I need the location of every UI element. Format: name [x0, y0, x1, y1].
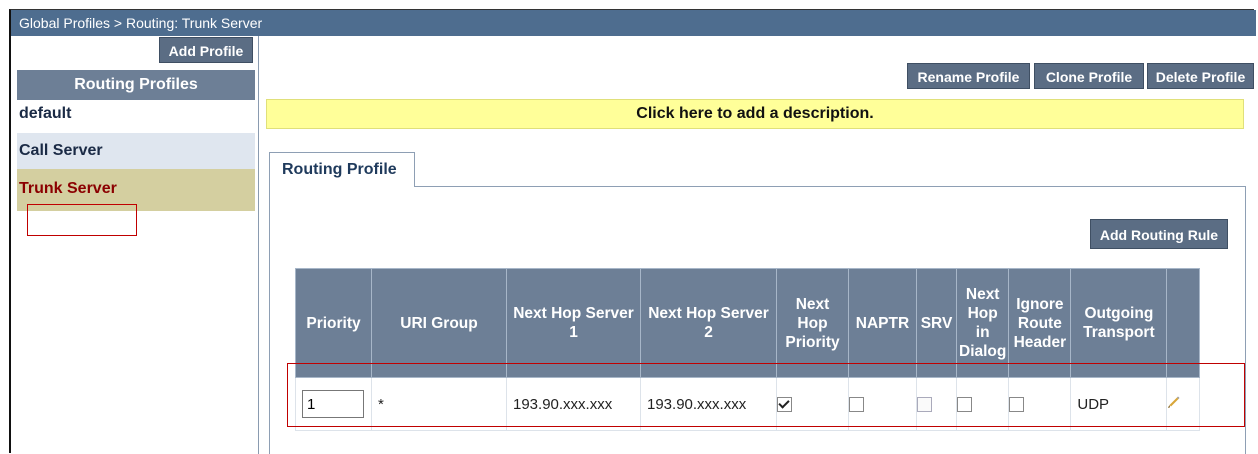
profile-item-call-server[interactable]: Call Server — [17, 133, 255, 169]
col-header-priority: Priority — [295, 268, 372, 378]
next-hop-1-cell: 193.90.xxx.xxx — [506, 377, 641, 431]
next-hop-priority-cell — [776, 377, 849, 431]
srv-cell — [916, 377, 957, 431]
routing-profile-panel: Add Routing Rule Priority URI Group Next… — [269, 186, 1246, 454]
clone-profile-button[interactable]: Clone Profile — [1034, 63, 1144, 89]
next-hop-in-dialog-checkbox[interactable] — [957, 397, 972, 413]
col-header-outgoing-transport: Outgoing Transport — [1070, 268, 1168, 378]
routing-profiles-pane: Add Profile Routing Profiles default Cal… — [11, 36, 259, 454]
srv-checkbox[interactable] — [917, 397, 932, 413]
add-profile-button[interactable]: Add Profile — [159, 37, 253, 63]
next-hop-in-dialog-cell — [955, 377, 1010, 431]
routing-profiles-header: Routing Profiles — [17, 70, 255, 100]
priority-cell — [295, 377, 372, 431]
edit-cell — [1166, 377, 1201, 431]
selected-profile-highlight — [27, 204, 137, 236]
naptr-cell — [848, 377, 917, 431]
col-header-naptr: NAPTR — [848, 268, 917, 378]
description-prompt[interactable]: Click here to add a description. — [266, 99, 1244, 129]
pencil-icon[interactable] — [1167, 395, 1181, 413]
routing-rules-table: Priority URI Group Next Hop Server 1 Nex… — [295, 268, 1201, 431]
app-window: Global Profiles > Routing: Trunk Server … — [9, 9, 1256, 454]
add-routing-rule-button[interactable]: Add Routing Rule — [1090, 219, 1228, 249]
table-row: * 193.90.xxx.xxx 193.90.xxx.xxx — [295, 377, 1201, 431]
delete-profile-button[interactable]: Delete Profile — [1147, 63, 1254, 89]
profile-item-default[interactable]: default — [17, 101, 255, 133]
breadcrumb: Global Profiles > Routing: Trunk Server — [11, 10, 1256, 36]
next-hop-priority-checkbox[interactable] — [777, 397, 792, 413]
col-header-uri-group: URI Group — [371, 268, 507, 378]
col-header-next-hop-1: Next Hop Server 1 — [506, 268, 641, 378]
next-hop-2-cell: 193.90.xxx.xxx — [640, 377, 777, 431]
col-header-actions — [1166, 268, 1201, 378]
col-header-ignore-route-header: Ignore Route Header — [1008, 268, 1072, 378]
col-header-next-hop-in-dialog: Next Hop in Dialog — [955, 268, 1010, 378]
tab-routing-profile[interactable]: Routing Profile — [269, 152, 415, 187]
naptr-checkbox[interactable] — [849, 397, 864, 413]
ignore-route-header-checkbox[interactable] — [1009, 397, 1025, 413]
ignore-route-header-cell — [1008, 377, 1072, 431]
priority-input[interactable] — [302, 390, 364, 418]
profile-detail-pane: Rename Profile Clone Profile Delete Prof… — [259, 36, 1256, 454]
col-header-next-hop-priority: Next Hop Priority — [776, 268, 849, 378]
uri-group-cell: * — [371, 377, 507, 431]
outgoing-transport-cell: UDP — [1070, 377, 1168, 431]
rename-profile-button[interactable]: Rename Profile — [907, 63, 1030, 89]
col-header-next-hop-2: Next Hop Server 2 — [640, 268, 777, 378]
table-header-row: Priority URI Group Next Hop Server 1 Nex… — [295, 268, 1201, 378]
col-header-srv: SRV — [916, 268, 957, 378]
